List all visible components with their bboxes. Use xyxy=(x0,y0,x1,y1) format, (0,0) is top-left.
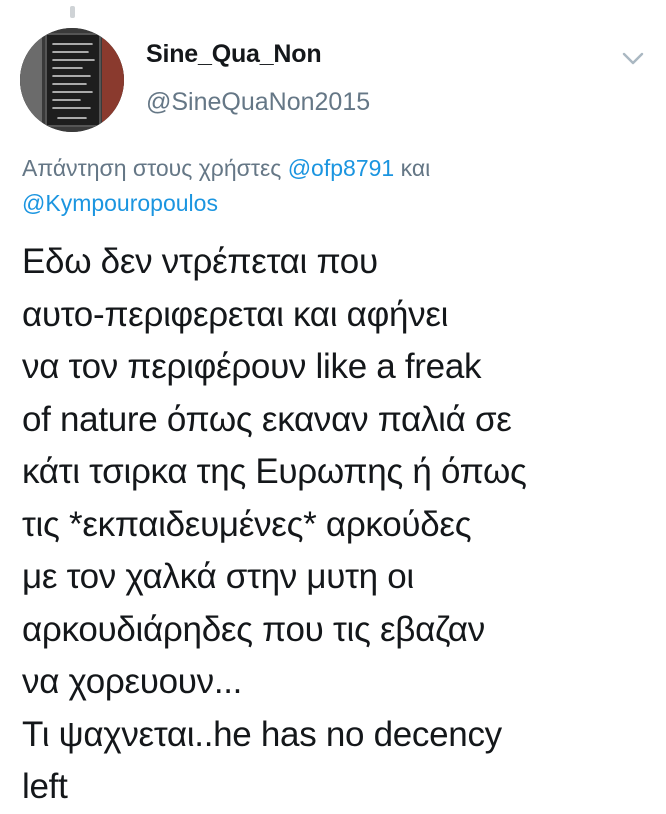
tweet-text-line: κάτι τσιρκα της Ευρωπης ή όπως xyxy=(22,452,527,491)
mention-link-ofp8791[interactable]: @ofp8791 xyxy=(288,155,395,181)
status-notch xyxy=(70,6,75,18)
reply-context-continued: @Kympouropoulos xyxy=(22,190,652,217)
tweet-text-line: να τον περιφέρουν like a freak xyxy=(22,347,482,386)
chevron-down-icon[interactable] xyxy=(622,52,644,66)
tweet-text-line: Εδω δεν ντρέπεται που xyxy=(22,242,378,281)
avatar-image xyxy=(20,28,124,132)
tweet-text-line: αρκουδιάρηδες που τις εβαζαν xyxy=(22,609,485,649)
tweet-text-line: τις *εκπαιδευμένες* αρκούδες xyxy=(22,504,472,544)
mention-link-kympouropoulos[interactable]: @Kympouropoulos xyxy=(22,190,218,216)
tweet-text-line: of nature όπως εκαναν παλιά σε xyxy=(22,399,512,439)
avatar[interactable] xyxy=(20,28,124,132)
tweet-text-line: αυτο-περιφερεται και αφήνει xyxy=(22,294,449,334)
reply-prefix: Απάντηση στους χρήστες xyxy=(22,155,288,181)
user-handle[interactable]: @SineQuaNon2015 xyxy=(146,88,370,117)
tweet-text-line: left xyxy=(22,767,68,806)
tweet-text-line: Τι ψαχνεται..he has no decency xyxy=(22,714,502,754)
reply-context: Απάντηση στους χρήστες @ofp8791 και xyxy=(22,155,652,182)
tweet-text-line: με τον χαλκά στην μυτη οι xyxy=(22,557,414,596)
tweet-text-line: να χορευουν... xyxy=(22,662,243,701)
display-name[interactable]: Sine_Qua_Non xyxy=(146,40,322,69)
reply-connector: και xyxy=(394,155,431,181)
tweet-text: Εδω δεν ντρέπεται που αυτο-περιφερεται κ… xyxy=(22,236,658,814)
